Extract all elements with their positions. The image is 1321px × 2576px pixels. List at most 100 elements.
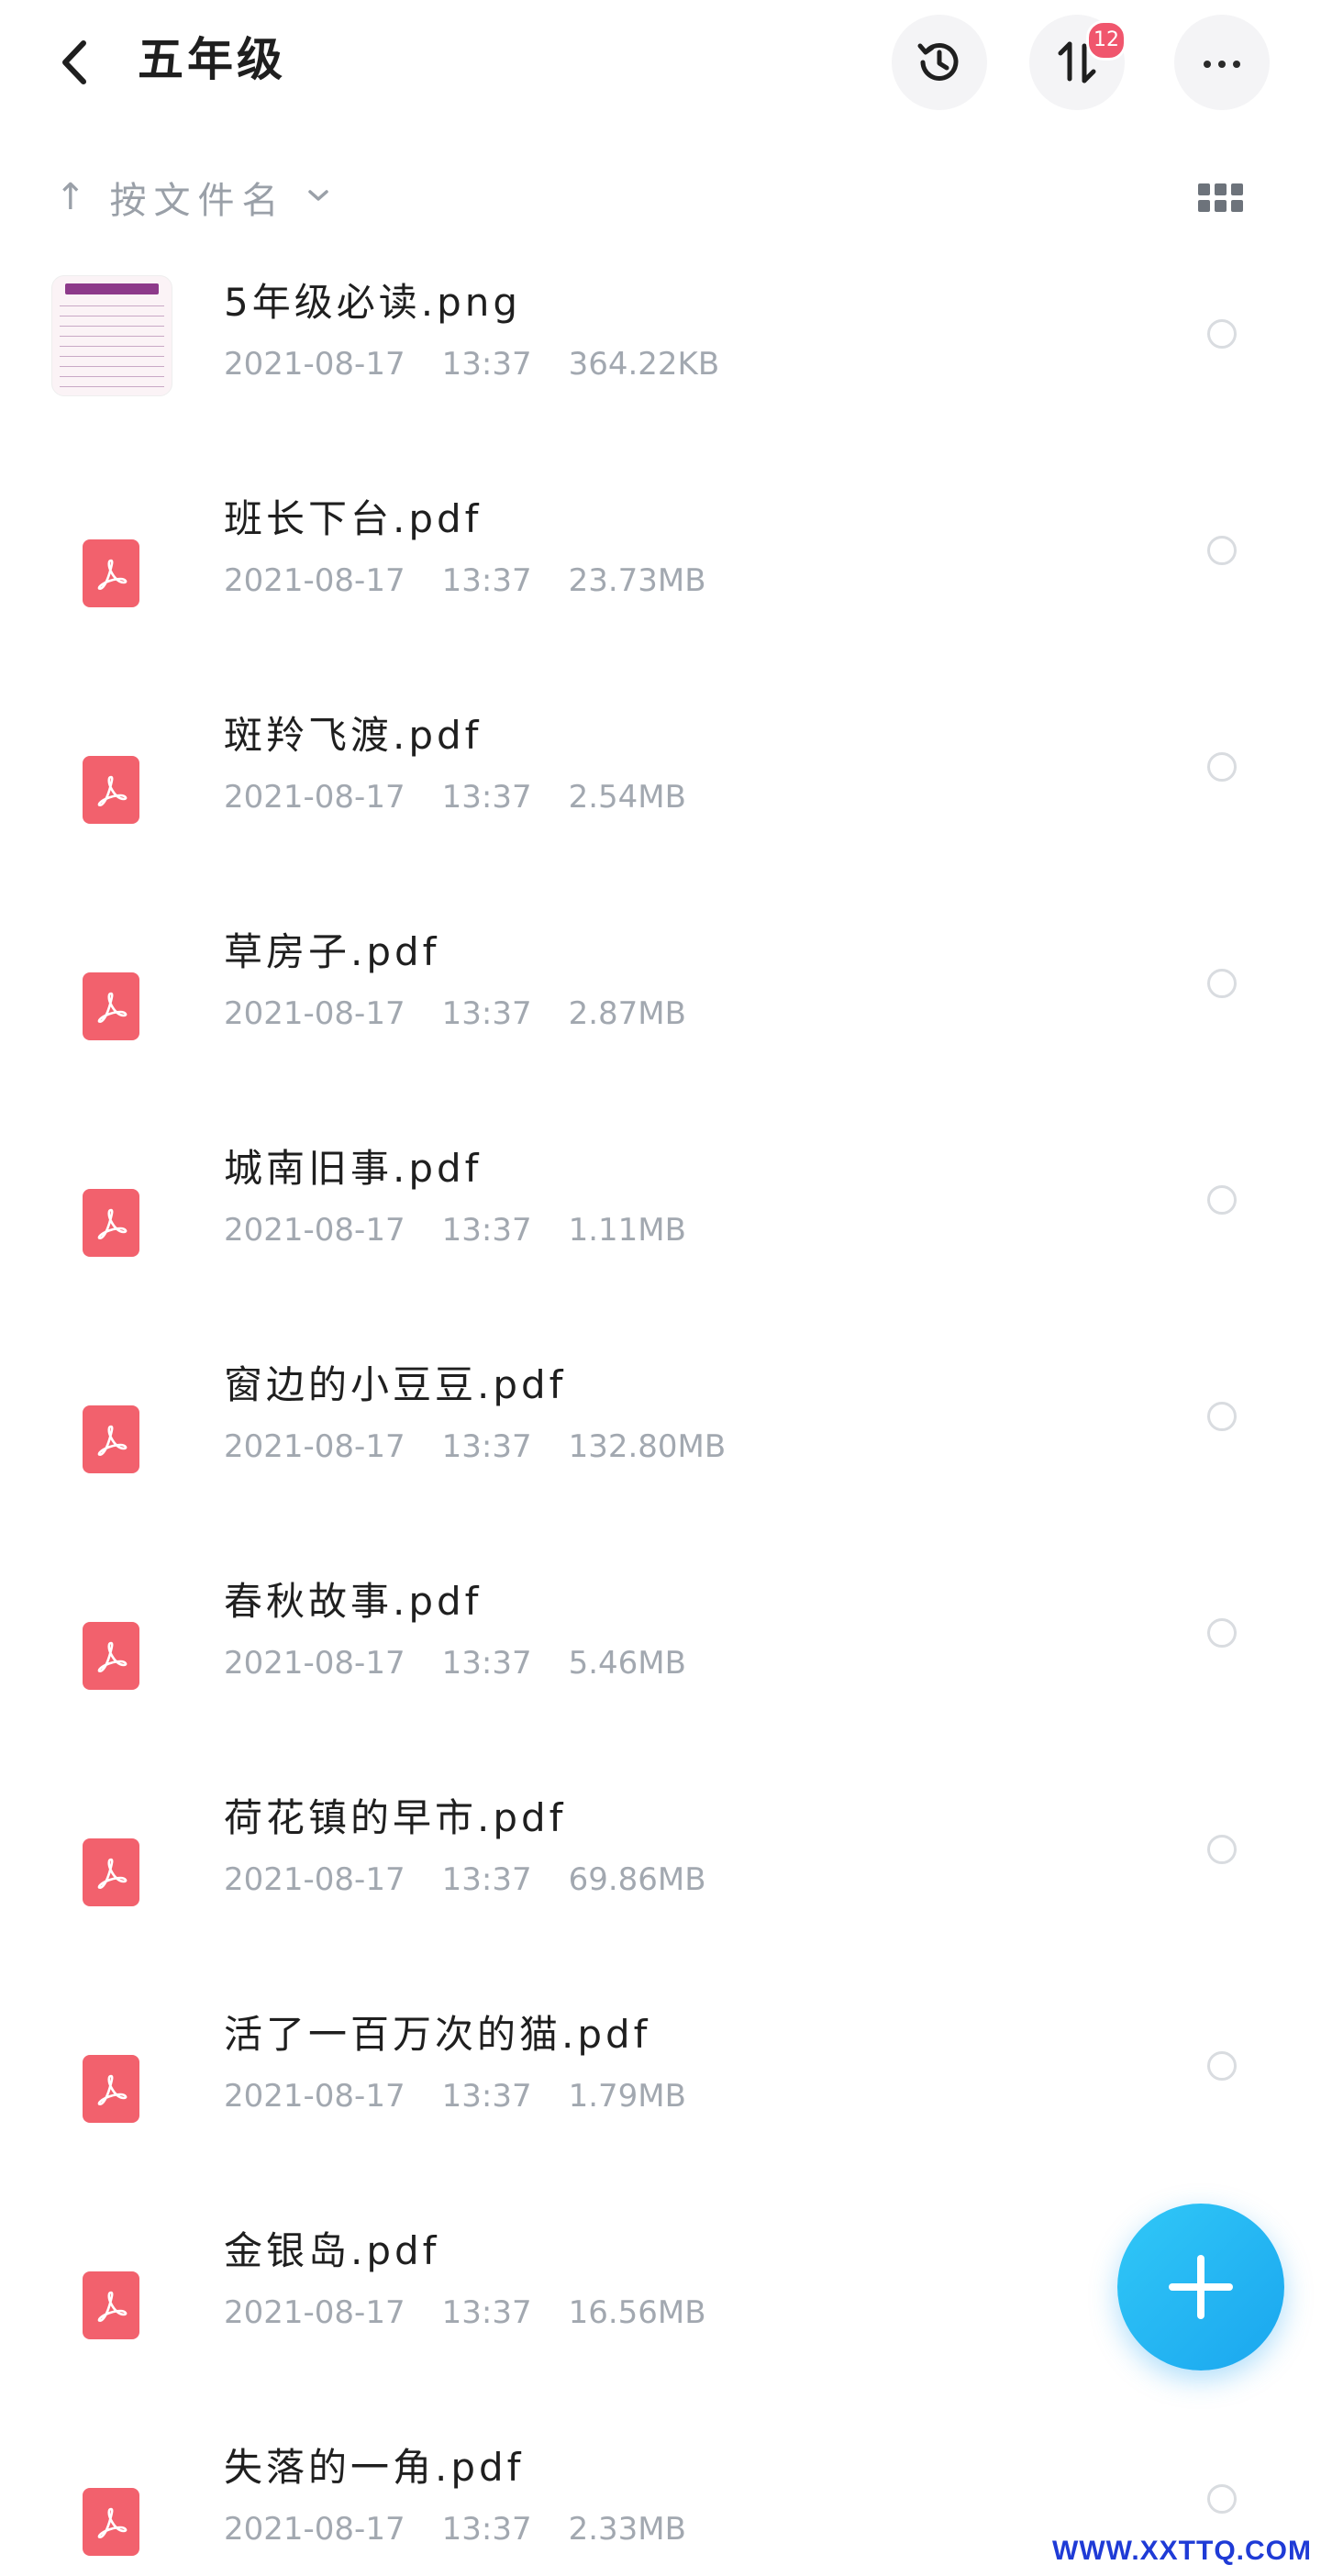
file-date: 2021-08-17: [224, 1645, 405, 1682]
file-date: 2021-08-17: [224, 995, 405, 1032]
file-date: 2021-08-17: [224, 2078, 405, 2115]
file-time: 13:37: [441, 1212, 532, 1249]
file-row[interactable]: 窗边的小豆豆.pdf 2021-08-17 13:37 132.80MB: [0, 1332, 1321, 1549]
file-time: 13:37: [441, 1428, 532, 1465]
file-size: 69.86MB: [568, 1861, 706, 1898]
file-row[interactable]: 荷花镇的早市.pdf 2021-08-17 13:37 69.86MB: [0, 1765, 1321, 1982]
file-size: 1.79MB: [568, 2078, 686, 2115]
sort-label: 按文件名: [109, 180, 286, 222]
file-size: 364.22KB: [568, 346, 720, 383]
select-checkbox[interactable]: [1207, 1402, 1237, 1431]
file-time: 13:37: [441, 2294, 532, 2331]
select-checkbox[interactable]: [1207, 1185, 1237, 1215]
file-row[interactable]: 斑羚飞渡.pdf 2021-08-17 13:37 2.54MB: [0, 683, 1321, 899]
top-bar: 五年级 12: [0, 0, 1321, 128]
file-time: 13:37: [441, 2511, 532, 2548]
watermark: WWW.XXTTQ.COM: [1052, 2536, 1312, 2566]
file-size: 1.11MB: [568, 1212, 686, 1249]
more-options-button[interactable]: [1174, 15, 1270, 110]
sort-selector[interactable]: ↑ 按文件名: [55, 165, 330, 229]
file-time: 13:37: [441, 2078, 532, 2115]
select-checkbox[interactable]: [1207, 2051, 1237, 2081]
file-meta: 2021-08-17 13:37 5.46MB: [224, 1640, 686, 1686]
select-checkbox[interactable]: [1207, 1835, 1237, 1864]
file-row[interactable]: 班长下台.pdf 2021-08-17 13:37 23.73MB: [0, 466, 1321, 683]
file-size: 16.56MB: [568, 2294, 706, 2331]
file-meta: 2021-08-17 13:37 2.33MB: [224, 2506, 686, 2552]
file-name: 荷花镇的早市.pdf: [224, 1795, 567, 1840]
more-dots-icon: [1200, 54, 1244, 72]
history-button[interactable]: [892, 15, 987, 110]
page-title: 五年级: [138, 33, 286, 86]
file-name: 失落的一角.pdf: [224, 2445, 525, 2490]
file-meta: 2021-08-17 13:37 16.56MB: [224, 2290, 706, 2336]
file-meta: 2021-08-17 13:37 1.11MB: [224, 1207, 686, 1253]
select-checkbox[interactable]: [1207, 2484, 1237, 2514]
file-meta: 2021-08-17 13:37 364.22KB: [224, 341, 719, 387]
file-meta: 2021-08-17 13:37 132.80MB: [224, 1424, 726, 1470]
file-row[interactable]: 草房子.pdf 2021-08-17 13:37 2.87MB: [0, 899, 1321, 1116]
select-checkbox[interactable]: [1207, 752, 1237, 782]
file-row[interactable]: 活了一百万次的猫.pdf 2021-08-17 13:37 1.79MB: [0, 1982, 1321, 2198]
file-date: 2021-08-17: [224, 1212, 405, 1249]
file-name: 春秋故事.pdf: [224, 1579, 483, 1624]
file-time: 13:37: [441, 562, 532, 599]
file-browser-page: 五年级 12 ↑ 按文件名 5年级必读.png 2021-08-17 13:37…: [0, 0, 1321, 2576]
pdf-file-icon: [83, 2488, 139, 2556]
pdf-file-icon: [83, 539, 139, 607]
select-checkbox[interactable]: [1207, 319, 1237, 349]
file-name: 班长下台.pdf: [224, 496, 483, 541]
file-name: 斑羚飞渡.pdf: [224, 713, 483, 758]
file-name: 草房子.pdf: [224, 929, 440, 974]
file-time: 13:37: [441, 1861, 532, 1898]
file-date: 2021-08-17: [224, 346, 405, 383]
image-thumbnail: [51, 275, 172, 396]
file-date: 2021-08-17: [224, 562, 405, 599]
pdf-file-icon: [83, 1405, 139, 1473]
file-size: 2.33MB: [568, 2511, 686, 2548]
file-time: 13:37: [441, 346, 532, 383]
file-name: 5年级必读.png: [224, 280, 522, 325]
file-date: 2021-08-17: [224, 779, 405, 816]
pdf-file-icon: [83, 756, 139, 824]
plus-icon: [1169, 2255, 1233, 2319]
pdf-file-icon: [83, 2055, 139, 2123]
grid-view-icon[interactable]: [1198, 183, 1246, 217]
transfer-count-badge: 12: [1086, 20, 1127, 61]
add-file-button[interactable]: [1117, 2204, 1284, 2371]
file-row[interactable]: 5年级必读.png 2021-08-17 13:37 364.22KB: [0, 250, 1321, 466]
file-date: 2021-08-17: [224, 2511, 405, 2548]
file-name: 金银岛.pdf: [224, 2228, 440, 2273]
file-time: 13:37: [441, 1645, 532, 1682]
file-name: 城南旧事.pdf: [224, 1146, 483, 1191]
select-checkbox[interactable]: [1207, 969, 1237, 998]
file-list: 5年级必读.png 2021-08-17 13:37 364.22KB 班长下台.pdf…: [0, 250, 1321, 2576]
file-name: 窗边的小豆豆.pdf: [224, 1362, 567, 1407]
file-meta: 2021-08-17 13:37 69.86MB: [224, 1857, 706, 1903]
file-size: 2.87MB: [568, 995, 686, 1032]
pdf-file-icon: [83, 972, 139, 1040]
file-date: 2021-08-17: [224, 1861, 405, 1898]
file-size: 132.80MB: [568, 1428, 727, 1465]
chevron-down-icon: [306, 187, 330, 207]
file-name: 活了一百万次的猫.pdf: [224, 2012, 651, 2057]
chevron-left-icon: [62, 40, 86, 84]
file-meta: 2021-08-17 13:37 23.73MB: [224, 558, 706, 604]
pdf-file-icon: [83, 1838, 139, 1906]
file-size: 23.73MB: [568, 562, 706, 599]
file-row[interactable]: 春秋故事.pdf 2021-08-17 13:37 5.46MB: [0, 1549, 1321, 1765]
sort-direction-icon: ↑: [55, 176, 86, 218]
transfer-button[interactable]: 12: [1029, 15, 1127, 110]
back-button[interactable]: [46, 26, 101, 99]
select-checkbox[interactable]: [1207, 536, 1237, 565]
file-row[interactable]: 城南旧事.pdf 2021-08-17 13:37 1.11MB: [0, 1116, 1321, 1332]
file-time: 13:37: [441, 779, 532, 816]
file-meta: 2021-08-17 13:37 2.87MB: [224, 991, 686, 1037]
pdf-file-icon: [83, 2271, 139, 2339]
pdf-file-icon: [83, 1622, 139, 1690]
file-size: 5.46MB: [568, 1645, 686, 1682]
select-checkbox[interactable]: [1207, 1618, 1237, 1648]
file-size: 2.54MB: [568, 779, 686, 816]
file-date: 2021-08-17: [224, 2294, 405, 2331]
file-time: 13:37: [441, 995, 532, 1032]
